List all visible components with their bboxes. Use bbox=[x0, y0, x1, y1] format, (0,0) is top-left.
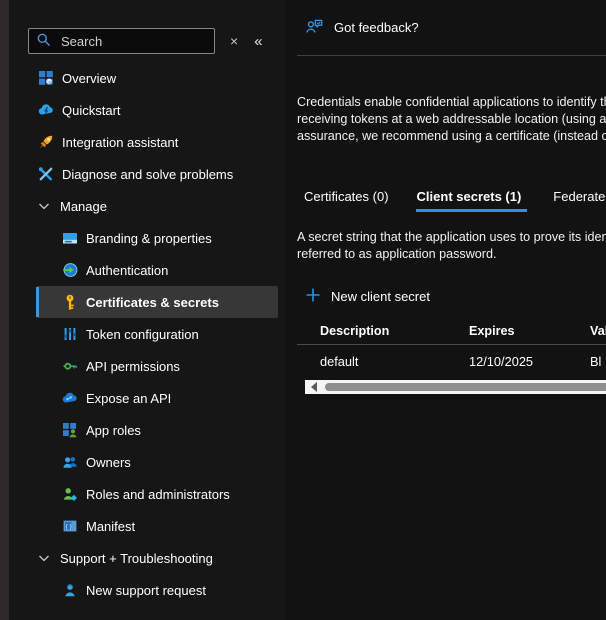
sidebar-item-label: Owners bbox=[86, 455, 131, 470]
chevron-down-icon bbox=[36, 550, 52, 566]
secret-desc-line-2: referred to as application password. bbox=[297, 246, 606, 263]
overview-icon bbox=[38, 70, 54, 86]
intro-line-3: assurance, we recommend using a certific… bbox=[297, 128, 606, 145]
table-row[interactable]: default 12/10/2025 Bl bbox=[297, 345, 606, 378]
sidebar-item-label: New support request bbox=[86, 583, 206, 598]
sidebar-item-app-roles[interactable]: App roles bbox=[36, 414, 278, 446]
tab-bar: Certificates (0) Client secrets (1) Fede… bbox=[297, 189, 606, 212]
scrollbar-thumb[interactable] bbox=[325, 383, 606, 391]
search-input[interactable] bbox=[59, 33, 199, 50]
got-feedback-link[interactable]: Got feedback? bbox=[334, 20, 419, 35]
sidebar-item-overview[interactable]: Overview bbox=[36, 62, 278, 94]
new-support-request-icon bbox=[62, 582, 78, 598]
intro-line-1: Credentials enable confidential applicat… bbox=[297, 94, 606, 111]
sidebar-item-label: Branding & properties bbox=[86, 231, 212, 246]
sidebar-item-diagnose-and-solve-problems[interactable]: Diagnose and solve problems bbox=[36, 158, 278, 190]
sidebar-group-support-troubleshooting[interactable]: Support + Troubleshooting bbox=[36, 542, 278, 574]
sidebar-item-new-support-request[interactable]: New support request bbox=[36, 574, 278, 606]
sidebar-item-quickstart[interactable]: Quickstart bbox=[36, 94, 278, 126]
sidebar-item-certificates-secrets[interactable]: Certificates & secrets bbox=[36, 286, 278, 318]
quickstart-icon bbox=[38, 102, 54, 118]
col-header-expires: Expires bbox=[469, 324, 590, 338]
search-icon bbox=[36, 32, 52, 51]
secret-desc-line-1: A secret string that the application use… bbox=[297, 229, 606, 246]
roles-administrators-icon bbox=[62, 486, 78, 502]
table-header-row: Description Expires Value bbox=[297, 317, 606, 345]
sidebar-item-label: Support + Troubleshooting bbox=[60, 551, 213, 566]
sidebar-item-label: Authentication bbox=[86, 263, 168, 278]
sidebar-item-api-permissions[interactable]: API permissions bbox=[36, 350, 278, 382]
sidebar-item-label: API permissions bbox=[86, 359, 180, 374]
sidebar-item-label: App roles bbox=[86, 423, 141, 438]
token-configuration-icon bbox=[62, 326, 78, 342]
secrets-table: Description Expires Value default 12/10/… bbox=[297, 317, 606, 394]
col-header-value: Value bbox=[590, 324, 606, 338]
svg-text:{ }: { } bbox=[66, 523, 73, 530]
search-box[interactable] bbox=[28, 28, 215, 54]
sidebar-item-token-configuration[interactable]: Token configuration bbox=[36, 318, 278, 350]
horizontal-scrollbar[interactable] bbox=[305, 380, 606, 394]
tab-certificates[interactable]: Certificates (0) bbox=[304, 189, 389, 212]
cell-expires: 12/10/2025 bbox=[469, 354, 590, 369]
tab-federated-credentials[interactable]: Federated credentials (0) bbox=[553, 189, 606, 212]
sidebar-item-label: Expose an API bbox=[86, 391, 171, 406]
sidebar-item-label: Manage bbox=[60, 199, 107, 214]
integration-assistant-icon bbox=[38, 134, 54, 150]
sidebar-item-label: Roles and administrators bbox=[86, 487, 230, 502]
api-permissions-icon bbox=[62, 358, 78, 374]
tab-client-secrets[interactable]: Client secrets (1) bbox=[416, 189, 528, 212]
client-secret-description: A secret string that the application use… bbox=[297, 229, 606, 263]
scroll-left-arrow-icon[interactable] bbox=[311, 382, 317, 392]
sidebar-item-roles-and-administrators[interactable]: Roles and administrators bbox=[36, 478, 278, 510]
sidebar-item-integration-assistant[interactable]: Integration assistant bbox=[36, 126, 278, 158]
sidebar-search-row: × « bbox=[28, 28, 285, 54]
branding-icon bbox=[62, 230, 78, 246]
left-rail bbox=[0, 0, 9, 620]
sidebar: × « Overview Quickstart Integration assist… bbox=[9, 0, 285, 620]
cell-description: default bbox=[320, 354, 469, 369]
new-client-secret-button[interactable]: New client secret bbox=[297, 287, 606, 305]
key-icon bbox=[62, 294, 78, 310]
expose-api-icon bbox=[62, 390, 78, 406]
authentication-icon bbox=[62, 262, 78, 278]
intro-line-2: receiving tokens at a web addressable lo… bbox=[297, 111, 606, 128]
cell-value: Bl bbox=[590, 354, 606, 369]
sidebar-item-label: Token configuration bbox=[86, 327, 199, 342]
plus-icon bbox=[305, 287, 321, 306]
sidebar-collapse-icon[interactable]: « bbox=[254, 33, 261, 50]
sidebar-item-label: Diagnose and solve problems bbox=[62, 167, 233, 182]
sidebar-item-label: Integration assistant bbox=[62, 135, 178, 150]
sidebar-item-branding-properties[interactable]: Branding & properties bbox=[36, 222, 278, 254]
app-roles-icon bbox=[62, 422, 78, 438]
sidebar-item-manifest[interactable]: { } Manifest bbox=[36, 510, 278, 542]
sidebar-nav: Overview Quickstart Integration assistant D… bbox=[9, 62, 285, 606]
sidebar-item-owners[interactable]: Owners bbox=[36, 446, 278, 478]
sidebar-item-label: Certificates & secrets bbox=[86, 295, 219, 310]
search-clear-icon[interactable]: × bbox=[230, 33, 238, 49]
got-feedback-icon bbox=[305, 17, 324, 39]
sidebar-item-expose-an-api[interactable]: Expose an API bbox=[36, 382, 278, 414]
sidebar-group-manage[interactable]: Manage bbox=[36, 190, 278, 222]
sidebar-item-label: Manifest bbox=[86, 519, 135, 534]
command-bar: Got feedback? bbox=[297, 0, 606, 56]
diagnose-icon bbox=[38, 166, 54, 182]
col-header-description: Description bbox=[320, 324, 469, 338]
manifest-icon: { } bbox=[62, 518, 78, 534]
new-client-secret-label: New client secret bbox=[331, 289, 430, 304]
sidebar-item-label: Quickstart bbox=[62, 103, 121, 118]
sidebar-item-authentication[interactable]: Authentication bbox=[36, 254, 278, 286]
chevron-down-icon bbox=[36, 198, 52, 214]
main-content: Got feedback? Credentials enable confide… bbox=[285, 0, 606, 620]
credentials-intro-text: Credentials enable confidential applicat… bbox=[297, 94, 606, 145]
sidebar-item-label: Overview bbox=[62, 71, 116, 86]
owners-icon bbox=[62, 454, 78, 470]
